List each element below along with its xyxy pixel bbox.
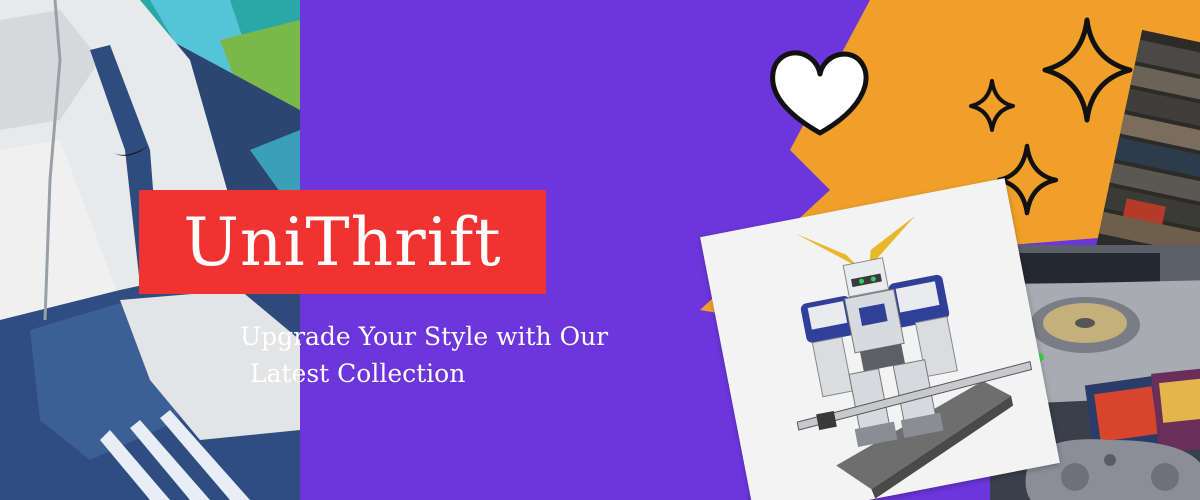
tagline-line-1: Upgrade Your Style with Our xyxy=(240,322,609,351)
brand-title-box: UniThrift xyxy=(139,190,546,294)
sparkle-icon xyxy=(969,79,1015,132)
heart-icon xyxy=(770,50,869,136)
tagline: Upgrade Your Style with Our Latest Colle… xyxy=(240,318,700,392)
brand-title: UniThrift xyxy=(183,203,502,281)
tagline-line-2: Latest Collection xyxy=(250,359,466,388)
gundam-photo xyxy=(700,178,1060,500)
hero-banner: UniThrift Upgrade Your Style with Our La… xyxy=(0,0,1200,500)
sparkle-icon xyxy=(1042,17,1133,123)
